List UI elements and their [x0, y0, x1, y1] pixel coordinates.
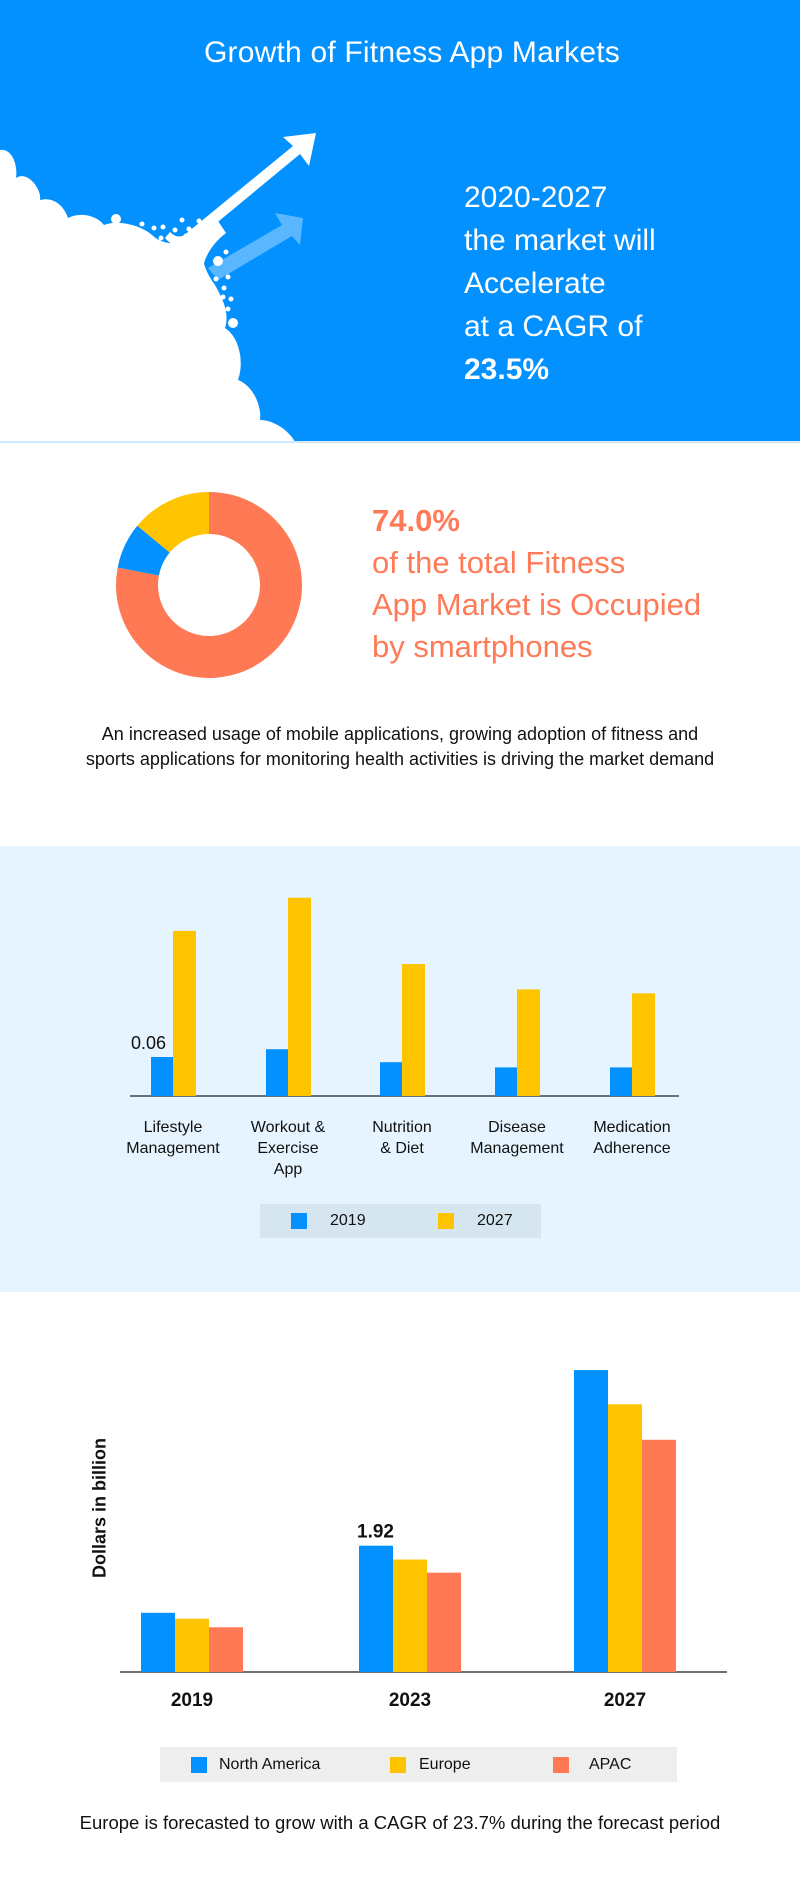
- bar-2019-3: [495, 1067, 517, 1096]
- regional-bar-chart: 1.92: [120, 1370, 727, 1673]
- category-label: Nutrition & Diet: [372, 1119, 432, 1157]
- bar-north-america-2023: [359, 1545, 393, 1672]
- legend-swatch-2027: [438, 1213, 454, 1229]
- hero-line: Accelerate: [464, 267, 606, 300]
- legend-label-europe: Europe: [419, 1756, 471, 1773]
- bar-2027-0: [173, 930, 196, 1096]
- segment-chart-legend: 2019 2027: [260, 1204, 541, 1238]
- hero-cagr-value: 23.5%: [464, 353, 550, 386]
- data-label: 1.92: [357, 1522, 394, 1543]
- bar-2019-2: [380, 1062, 402, 1096]
- secondary-arrow-icon: [208, 213, 303, 280]
- statement-line: of the total Fitness: [372, 545, 626, 580]
- legend-swatch-north-america: [191, 1757, 207, 1773]
- legend-label-apac: APAC: [589, 1756, 632, 1773]
- hero-banner: Growth of Fitness App Markets 2020-2027 …: [0, 0, 800, 442]
- legend-swatch-europe: [390, 1757, 406, 1773]
- category-label: Disease Management: [470, 1119, 564, 1157]
- y-axis-label: Dollars in billion: [89, 1437, 110, 1579]
- data-label: 0.06: [131, 1033, 166, 1053]
- bar-europe-2019: [175, 1618, 209, 1672]
- bar-2027-3: [517, 989, 540, 1096]
- hero-line: at a CAGR of: [464, 310, 643, 343]
- hero-cagr-statement: 2020-2027 the market will Accelerate at …: [464, 176, 656, 391]
- page-title: Growth of Fitness App Markets: [204, 36, 620, 69]
- legend-swatch-2019: [291, 1213, 307, 1229]
- hero-line: the market will: [464, 224, 656, 257]
- bar-europe-2023: [393, 1559, 427, 1672]
- bar-2019-4: [610, 1067, 632, 1096]
- year-label: 2019: [170, 1690, 214, 1711]
- statement-line: by smartphones: [372, 629, 593, 664]
- hero-line-period: 2020-2027: [464, 181, 608, 214]
- bar-2019-1: [266, 1049, 288, 1096]
- bar-north-america-2027: [574, 1370, 608, 1672]
- bar-apac-2027: [642, 1439, 676, 1672]
- legend-label-2027: 2027: [477, 1212, 513, 1229]
- smartphone-share-value: 74.0%: [372, 503, 460, 538]
- bar-apac-2019: [209, 1627, 243, 1672]
- bar-north-america-2019: [141, 1612, 175, 1672]
- device-share-donut-chart: [115, 492, 302, 678]
- bar-2027-1: [288, 897, 311, 1096]
- market-demand-paragraph: An increased usage of mobile application…: [85, 724, 715, 769]
- bar-apac-2023: [427, 1572, 461, 1672]
- smartphone-share-statement: 74.0% of the total Fitness App Market is…: [372, 500, 701, 668]
- category-label: Medication Adherence: [593, 1119, 671, 1157]
- legend-label-2019: 2019: [330, 1212, 366, 1229]
- bar-europe-2027: [608, 1404, 642, 1672]
- statement-line: App Market is Occupied: [372, 587, 702, 622]
- bar-2019-0: [151, 1057, 173, 1096]
- legend-swatch-apac: [553, 1757, 569, 1773]
- regional-chart-legend: North America Europe APAC: [160, 1747, 677, 1782]
- category-label: Workout & Exercise App: [250, 1119, 326, 1178]
- bar-2027-4: [632, 993, 655, 1096]
- year-label: 2027: [603, 1690, 647, 1711]
- legend-label-north-america: North America: [219, 1756, 321, 1773]
- year-label: 2023: [388, 1690, 432, 1711]
- category-label: Lifestyle Management: [126, 1119, 220, 1157]
- bar-2027-2: [402, 964, 425, 1096]
- europe-cagr-caption: Europe is forecasted to grow with a CAGR…: [79, 1812, 721, 1833]
